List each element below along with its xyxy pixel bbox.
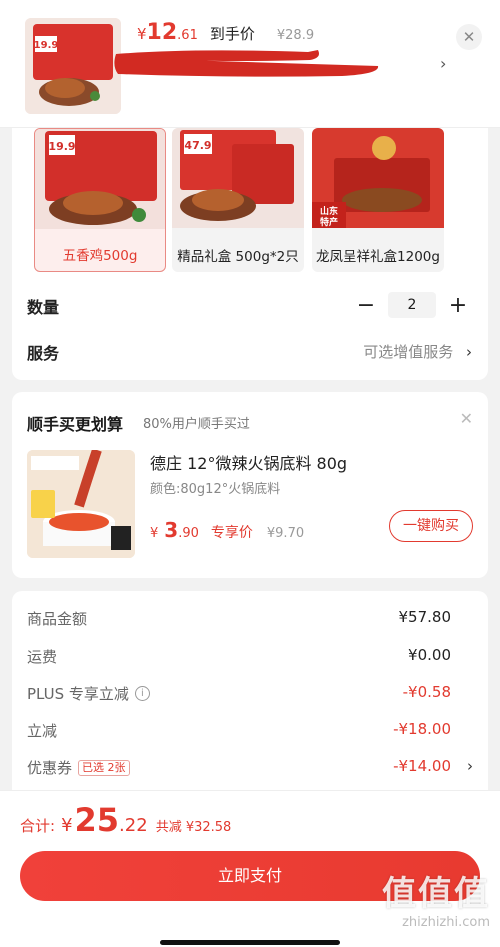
summary-row-subtotal: 商品金额 ¥57.80	[27, 608, 451, 628]
sku-option-wuxiang[interactable]: 19.9 五香鸡500g	[34, 128, 166, 272]
sku-option-longfeng[interactable]: 山东 特产 龙凤呈祥礼盒1200g	[312, 128, 444, 272]
sku-option-label: 精品礼盒 500g*2只	[177, 249, 299, 265]
addon-product-name[interactable]: 德庄 12°微辣火锅底料 80g	[150, 450, 347, 474]
watermark-logo: 值值值	[382, 874, 490, 914]
addon-subtitle: 80%用户顺手买过	[143, 417, 250, 432]
sku-image: 19.9	[35, 129, 165, 229]
plus-button[interactable]: +	[448, 293, 468, 318]
price-summary-card: 商品金额 ¥57.80 运费 ¥0.00 PLUS 专享立减 i -¥0.58 立…	[12, 591, 488, 821]
minus-button[interactable]: −	[356, 293, 376, 318]
redacted-title	[114, 50, 379, 77]
close-icon[interactable]: ✕	[460, 409, 473, 428]
addon-card: 顺手买更划算 80%用户顺手买过 ✕ 德庄 12°微辣火锅底料 80g 颜色:8…	[12, 392, 488, 578]
home-indicator[interactable]	[160, 940, 340, 945]
svg-text:特产: 特产	[320, 216, 338, 228]
svg-text:山东: 山东	[320, 205, 338, 217]
watermark: 值值值 zhizhizhi.com	[350, 866, 490, 930]
info-icon[interactable]: i	[134, 686, 150, 701]
final-price: ¥12.61 到手价 ¥28.9	[137, 20, 315, 45]
svg-text:47.9: 47.9	[184, 139, 211, 152]
addon-title: 顺手买更划算	[27, 415, 124, 434]
quantity-label: 数量	[27, 298, 60, 317]
summary-row-discount: 立减 -¥18.00	[27, 720, 451, 740]
quantity-value[interactable]: 2	[388, 292, 436, 318]
summary-row-plus: PLUS 专享立减 i -¥0.58	[27, 683, 451, 703]
sku-option-giftbox[interactable]: 47.9 精品礼盒 500g*2只	[172, 128, 304, 272]
thumb-badge: 19.9	[34, 40, 59, 51]
total-price: 合计: ¥ 25 .22 共减 ¥32.58	[20, 801, 232, 839]
quantity-stepper: − 2 +	[356, 292, 468, 318]
total-savings: 共减 ¥32.58	[155, 820, 232, 835]
sku-image: 47.9	[172, 128, 304, 228]
one-click-buy-button[interactable]: 一键购买	[389, 510, 473, 542]
final-price-label: 到手价	[209, 25, 255, 43]
summary-row-coupon[interactable]: 优惠券 已选 2张 -¥14.00 ›	[27, 757, 473, 779]
original-price: ¥28.9	[276, 28, 315, 43]
summary-row-shipping: 运费 ¥0.00	[27, 646, 451, 666]
addon-product-image[interactable]	[27, 450, 135, 558]
svg-text:19.9: 19.9	[48, 140, 75, 153]
chevron-right-icon[interactable]: ›	[440, 54, 446, 73]
product-summary-bar: 19.9 ¥12.61 到手价 ¥28.9 › ✕	[0, 0, 500, 128]
sku-options-card: 19.9 五香鸡500g 47.9 精品礼盒 500g*2只 山东 特产 龙凤呈…	[12, 128, 488, 380]
product-thumbnail: 19.9	[25, 18, 121, 114]
watermark-url: zhizhizhi.com	[402, 915, 490, 930]
service-label: 服务	[27, 344, 60, 363]
service-selector[interactable]: 可选增值服务 ›	[363, 341, 472, 362]
chevron-right-icon: ›	[466, 343, 472, 361]
coupon-count-badge: 已选 2张	[78, 759, 130, 776]
addon-price: ¥3.90 专享价 ¥9.70	[150, 518, 305, 542]
sku-image: 山东 特产	[312, 128, 444, 228]
close-button[interactable]: ✕	[456, 24, 482, 50]
sku-option-label: 龙凤呈祥礼盒1200g	[316, 249, 440, 265]
chevron-right-icon: ›	[467, 757, 473, 775]
sku-option-label: 五香鸡500g	[62, 248, 138, 264]
addon-product-spec: 颜色:80g12°火锅底料	[150, 482, 281, 497]
